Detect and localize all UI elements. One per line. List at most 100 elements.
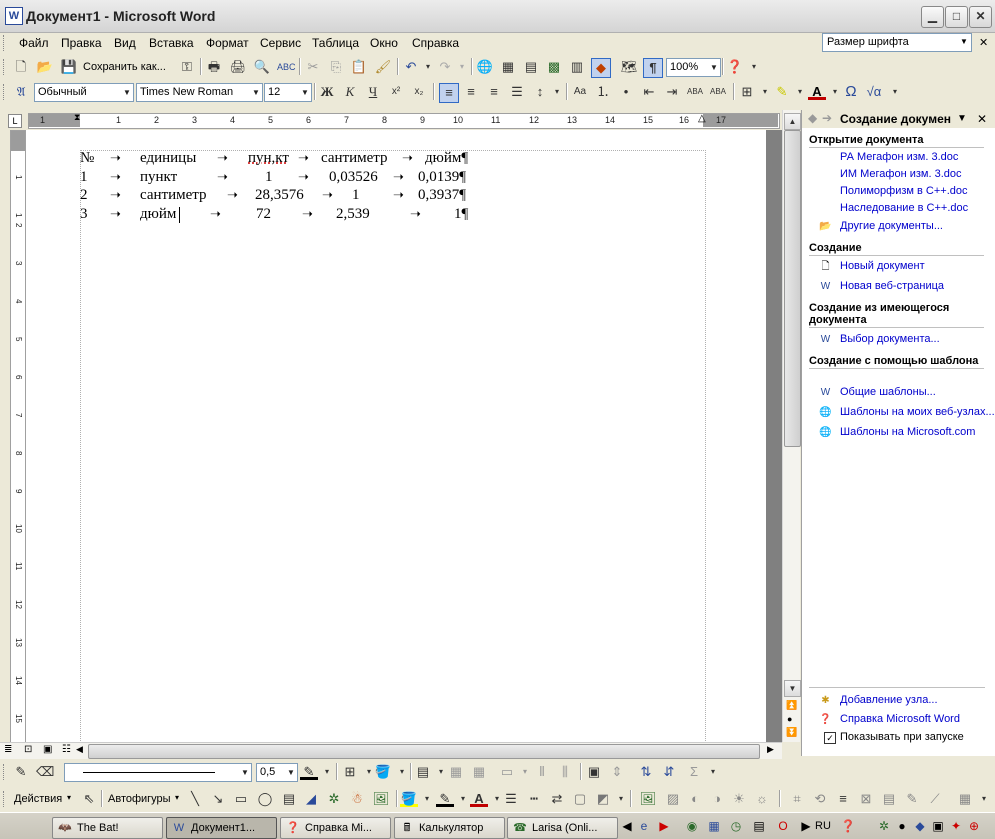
other-documents-link[interactable]: Другие документы... bbox=[840, 220, 943, 232]
word-help-link[interactable]: Справка Microsoft Word bbox=[840, 713, 960, 725]
line-weight-select[interactable]: 0,5 ▼ bbox=[256, 763, 298, 782]
less-contrast-icon[interactable]: ◑ bbox=[708, 790, 726, 808]
word-app-icon[interactable]: W bbox=[5, 7, 23, 25]
actions-menu[interactable]: Действия bbox=[14, 793, 62, 805]
chevron-down-icon[interactable]: ▼ bbox=[708, 59, 720, 76]
increase-indent-icon[interactable]: ⇥ bbox=[663, 83, 681, 101]
help-tray-icon[interactable]: ❓ bbox=[840, 817, 856, 835]
menu-format[interactable]: Формат bbox=[206, 36, 249, 50]
choose-document-link[interactable]: Выбор документа... bbox=[840, 333, 940, 345]
ie-icon[interactable]: e bbox=[636, 817, 652, 835]
chevron-down-icon[interactable]: ▾ bbox=[418, 790, 436, 808]
rotate-icon[interactable]: ⟲ bbox=[811, 790, 829, 808]
scroll-up-button[interactable]: ▲ bbox=[784, 113, 801, 130]
recent-doc-link[interactable]: РА Мегафон изм. 3.doc bbox=[840, 151, 958, 163]
recent-doc-link[interactable]: Полиморфизм в C++.doc bbox=[840, 185, 967, 197]
text-wrap-icon[interactable]: ▤ bbox=[880, 790, 898, 808]
document-map-icon[interactable]: 🗺 bbox=[620, 58, 638, 76]
crop-icon[interactable]: ⌗ bbox=[788, 790, 806, 808]
shading-icon[interactable]: 🪣 bbox=[374, 763, 392, 781]
symbol-omega-icon[interactable]: Ω bbox=[842, 83, 860, 101]
app-tray-icon[interactable]: ▦ bbox=[706, 817, 722, 835]
less-brightness-icon[interactable]: ☼ bbox=[753, 790, 771, 808]
menu-help[interactable]: Справка bbox=[412, 36, 459, 50]
add-node-link[interactable]: Добавление узла... bbox=[840, 694, 938, 706]
align-right-icon[interactable]: ≡ bbox=[485, 83, 503, 101]
opera-icon[interactable]: O bbox=[775, 817, 791, 835]
decrease-spacing-icon[interactable]: ABA bbox=[686, 83, 704, 101]
menu-edit[interactable]: Правка bbox=[61, 36, 102, 50]
menu-table[interactable]: Таблица bbox=[312, 36, 359, 50]
chevron-down-icon[interactable]: ▾ bbox=[886, 83, 904, 101]
distribute-columns-icon[interactable]: ⫼ bbox=[556, 763, 574, 781]
chevron-down-icon[interactable]: ▾ bbox=[175, 793, 179, 802]
format-painter-icon[interactable]: 🖌 bbox=[374, 58, 392, 76]
italic-icon[interactable]: К bbox=[341, 83, 359, 101]
chevron-down-icon[interactable]: ▼ bbox=[958, 35, 970, 49]
font-color-icon[interactable]: A bbox=[470, 790, 488, 807]
picture-icon[interactable]: 🖼 bbox=[372, 790, 390, 808]
sort-ascending-icon[interactable]: ⇅ bbox=[637, 763, 655, 781]
chevron-down-icon[interactable]: ▼ bbox=[121, 84, 133, 101]
more-contrast-icon[interactable]: ◐ bbox=[686, 790, 704, 808]
hyperlink-icon[interactable]: 🌐 bbox=[476, 58, 494, 76]
right-indent-marker-icon[interactable]: △ bbox=[698, 113, 706, 124]
tray-icon-5[interactable]: ✦ bbox=[948, 817, 964, 835]
tray-icon-6[interactable]: ⊕ bbox=[966, 817, 982, 835]
format-picture-icon[interactable]: ✎ bbox=[903, 790, 921, 808]
borders-icon[interactable]: ⊞ bbox=[738, 83, 756, 101]
arrow-style-icon[interactable]: ⇄ bbox=[548, 790, 566, 808]
autosum-icon[interactable]: Σ bbox=[685, 763, 703, 781]
chevron-down-icon[interactable]: ▾ bbox=[756, 83, 774, 101]
zoom-select[interactable]: 100% ▼ bbox=[666, 58, 721, 77]
next-page-icon[interactable]: ⏬ bbox=[786, 727, 797, 738]
eraser-icon[interactable]: ⌫ bbox=[36, 763, 54, 781]
close-button[interactable]: ✕ bbox=[969, 6, 992, 28]
border-color-icon[interactable]: ✎ bbox=[300, 763, 318, 780]
font-color-icon[interactable]: A bbox=[808, 83, 826, 100]
line-style-icon[interactable]: ☰ bbox=[502, 790, 520, 808]
select-objects-icon[interactable]: ⇖ bbox=[80, 790, 98, 808]
recent-doc-link[interactable]: Наследование в C++.doc bbox=[840, 202, 968, 214]
text-direction-icon[interactable]: ⇕ bbox=[608, 763, 626, 781]
split-cells-icon[interactable]: ▦ bbox=[470, 763, 488, 781]
shadow-icon[interactable]: ▢ bbox=[571, 790, 589, 808]
horizontal-scroll-thumb[interactable] bbox=[88, 744, 760, 759]
superscript-icon[interactable]: x² bbox=[387, 83, 405, 101]
browse-object-icon[interactable]: ● bbox=[787, 714, 792, 724]
outside-border-icon[interactable]: ⊞ bbox=[341, 763, 359, 781]
document-area[interactable]: № ➝ единицы ➝ пун,кт ➝ сантиметр ➝ дюйм¶… bbox=[26, 130, 782, 742]
horizontal-ruler[interactable]: L 1 ⧗ 1 2 3 4 5 6 7 8 9 10 11 12 13 14 1… bbox=[0, 110, 800, 130]
horizontal-scrollbar[interactable]: ≣ ⊡ ▣ ☷ ◀ ▶ bbox=[0, 742, 782, 759]
paste-icon[interactable]: 📋 bbox=[350, 58, 368, 76]
arrow-icon[interactable]: ↘ bbox=[209, 790, 227, 808]
print-icon[interactable]: 🖶 bbox=[205, 58, 223, 76]
spelling-icon[interactable]: ABC bbox=[277, 58, 296, 76]
columns-icon[interactable]: ▥ bbox=[568, 58, 586, 76]
calc-tray-icon[interactable]: ▤ bbox=[751, 817, 767, 835]
taskbar-item[interactable]: 🖩 Калькулятор bbox=[394, 817, 505, 839]
print-preview-icon[interactable]: 🔍 bbox=[253, 58, 271, 76]
align-center-icon[interactable]: ≡ bbox=[462, 83, 480, 101]
general-templates-link[interactable]: Общие шаблоны... bbox=[840, 386, 936, 398]
tab-selector-icon[interactable]: L bbox=[8, 114, 22, 128]
reset-picture-icon[interactable]: ▦ bbox=[956, 790, 974, 808]
image-control-icon[interactable]: ▨ bbox=[664, 790, 682, 808]
media-icon[interactable]: ▶ bbox=[656, 817, 672, 835]
scroll-left-button[interactable]: ◀ bbox=[76, 744, 83, 755]
chevron-down-icon[interactable]: ▼ bbox=[957, 113, 967, 124]
chevron-down-icon[interactable]: ▾ bbox=[419, 58, 437, 76]
maximize-button[interactable]: □ bbox=[945, 6, 968, 28]
outline-view-icon[interactable]: ☷ bbox=[62, 744, 71, 755]
open-folder-icon[interactable]: 📂 bbox=[36, 58, 54, 76]
numbering-icon[interactable]: ⒈ bbox=[594, 83, 612, 101]
tables-borders-icon[interactable]: ▦ bbox=[499, 58, 517, 76]
chevron-down-icon[interactable]: ▾ bbox=[791, 83, 809, 101]
forward-arrow-icon[interactable]: ➔ bbox=[822, 111, 832, 125]
diagram-icon[interactable]: ✲ bbox=[325, 790, 343, 808]
insert-table-icon[interactable]: ▤ bbox=[414, 763, 432, 781]
redo-icon[interactable]: ↷ bbox=[436, 58, 454, 76]
tray-icon-3[interactable]: ◆ bbox=[912, 817, 928, 835]
document-page[interactable]: № ➝ единицы ➝ пун,кт ➝ сантиметр ➝ дюйм¶… bbox=[26, 130, 766, 742]
fill-color-icon[interactable]: 🪣 bbox=[400, 790, 418, 807]
